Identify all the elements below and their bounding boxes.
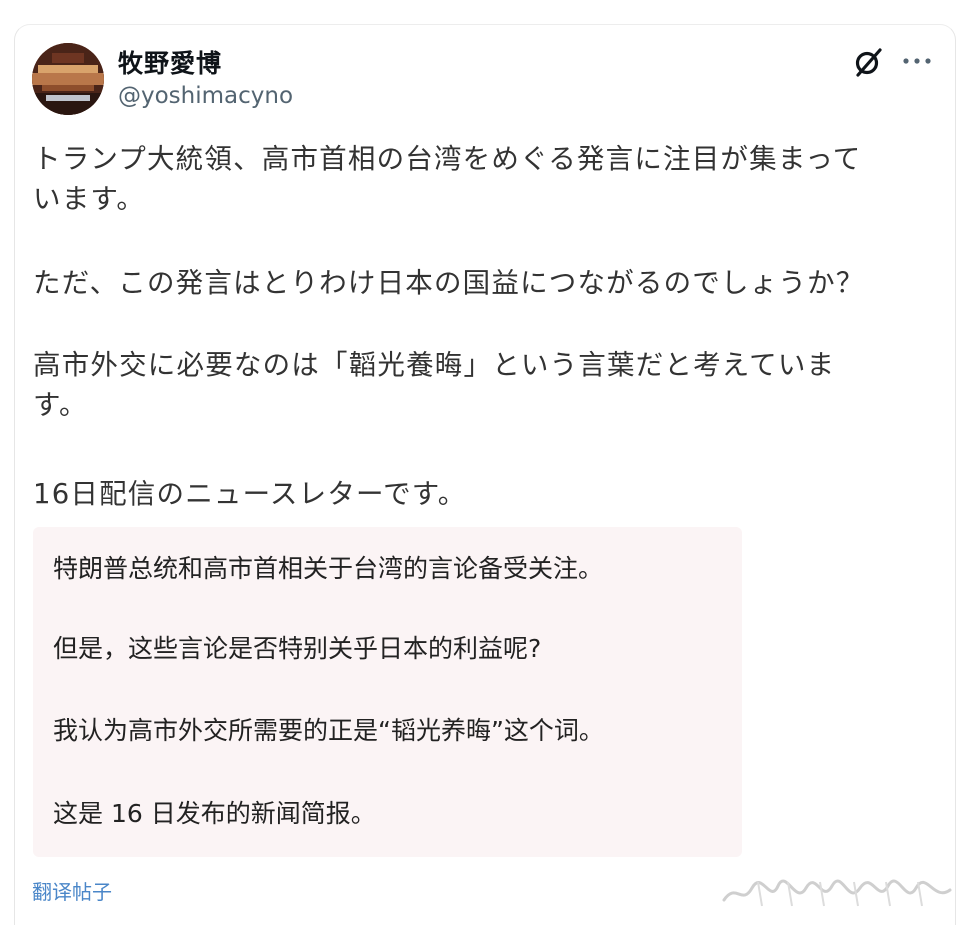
translation-line-1: 特朗普总统和高市首相关于台湾的言论备受关注。 <box>53 554 604 583</box>
translation-line-3: 我认为高市外交所需要的正是“韬光养晦”这个词。 <box>53 716 604 745</box>
post-paragraph-3: 高市外交に必要なのは「韜光養晦」という言葉だと考えていま す。 <box>33 349 836 421</box>
translation-line-4: 这是 16 日发布的新闻简报。 <box>53 799 376 828</box>
post-paragraph-4: 16日配信のニュースレターです。 <box>33 478 467 510</box>
more-icon[interactable] <box>902 56 932 66</box>
post-paragraph-2: ただ、この発言はとりわけ日本の国益につながるのでしょうか？ <box>33 267 865 299</box>
translate-post-link[interactable]: 翻译帖子 <box>32 876 112 905</box>
display-name[interactable]: 牧野愛博 <box>118 44 222 80</box>
post-paragraph-1: トランプ大統領、高市首相の台湾をめぐる発言に注目が集まって います。 <box>33 143 862 215</box>
handle[interactable]: @yoshimacyno <box>118 83 293 109</box>
avatar-image <box>32 43 104 115</box>
grok-icon[interactable] <box>850 44 886 80</box>
avatar[interactable] <box>32 43 104 115</box>
translation-line-2: 但是，这些言论是否特别关乎日本的利益呢? <box>53 634 542 663</box>
watermark-scribble <box>722 879 952 907</box>
translation-box: 特朗普总统和高市首相关于台湾的言论备受关注。 但是，这些言论是否特别关乎日本的利… <box>33 527 742 857</box>
